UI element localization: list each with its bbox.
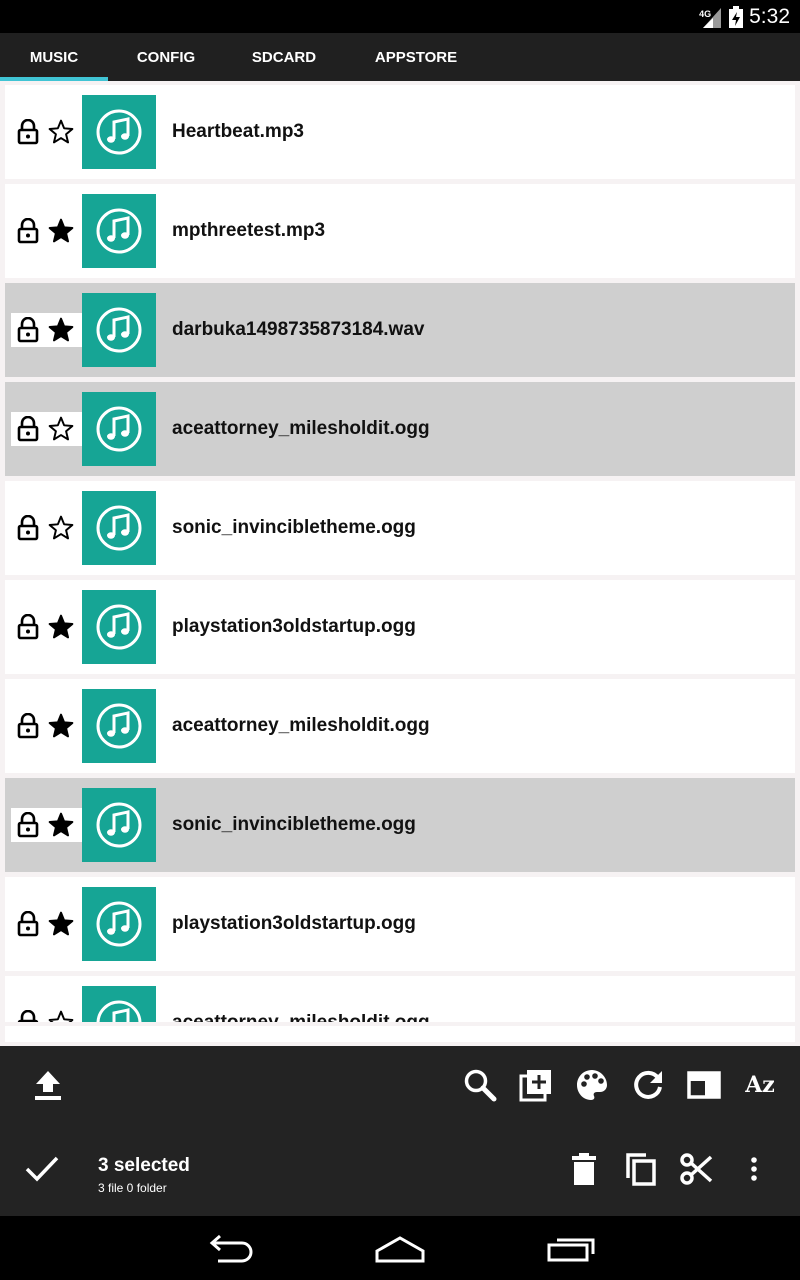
selection-bar: 3 selected 3 file 0 folder [0, 1122, 800, 1216]
music-file-icon [82, 887, 156, 961]
sort-az-icon[interactable]: Az [740, 1065, 780, 1105]
star-filled-icon[interactable] [44, 808, 77, 842]
row-actions [11, 115, 85, 149]
battery-icon [729, 5, 744, 28]
bottom-toolbar: Az [0, 1046, 800, 1122]
star-outline-icon[interactable] [44, 412, 77, 446]
file-name: aceattorney_milesholdit.ogg [172, 715, 430, 736]
file-list[interactable]: Heartbeat.mp3 mpthreetest.mp3 darbuka14987… [5, 85, 795, 1022]
tab-music[interactable]: MUSIC [0, 33, 108, 81]
sort-az-label: Az [745, 1072, 775, 1098]
star-outline-icon[interactable] [44, 115, 77, 149]
row-actions [11, 313, 85, 347]
music-file-icon [82, 194, 156, 268]
star-filled-icon[interactable] [44, 709, 77, 743]
row-actions [11, 412, 85, 446]
file-name: aceattorney_milesholdit.ogg [172, 976, 430, 1022]
lock-icon[interactable] [11, 511, 44, 545]
row-actions [11, 709, 85, 743]
selection-count: 3 selected [98, 1155, 190, 1176]
row-actions [11, 907, 85, 941]
file-name: sonic_invinciblethemе.ogg [172, 517, 416, 538]
palette-icon[interactable] [572, 1065, 612, 1105]
lock-icon[interactable] [11, 610, 44, 644]
music-file-icon [82, 392, 156, 466]
file-row[interactable]: sonic_invinciblethemе.ogg [5, 481, 795, 575]
status-bar: 4G 5:32 [0, 0, 800, 33]
tab-appstore[interactable]: APPSTORE [344, 33, 488, 81]
file-row[interactable]: darbuka1498735873184.wav [5, 283, 795, 377]
star-filled-icon[interactable] [44, 610, 77, 644]
star-outline-icon[interactable] [44, 511, 77, 545]
check-icon[interactable] [22, 1149, 62, 1189]
delete-icon[interactable] [564, 1149, 604, 1189]
lock-icon[interactable] [11, 313, 44, 347]
back-icon[interactable] [195, 1228, 265, 1268]
star-filled-icon[interactable] [44, 214, 77, 248]
search-icon[interactable] [460, 1065, 500, 1105]
music-file-icon [82, 590, 156, 664]
lock-icon[interactable] [11, 1006, 44, 1022]
music-file-icon [82, 689, 156, 763]
lock-icon[interactable] [11, 115, 44, 149]
file-row[interactable]: aceattorney_milesholdit.ogg [5, 382, 795, 476]
tab-config[interactable]: CONFIG [108, 33, 224, 81]
lock-icon[interactable] [11, 214, 44, 248]
file-name: mpthreetest.mp3 [172, 220, 326, 241]
upload-icon[interactable] [28, 1065, 68, 1105]
signal-icon: 4G [699, 6, 723, 28]
file-name: aceattorney_milesholdit.ogg [172, 418, 430, 439]
cut-icon[interactable] [676, 1149, 716, 1189]
selection-detail: 3 file 0 folder [98, 1181, 167, 1195]
row-actions [11, 511, 85, 545]
tab-bar: MUSIC CONFIG SDCARD APPSTORE [0, 33, 800, 81]
file-name: Heartbeat.mp3 [172, 121, 304, 142]
file-name: playstation3oldstartup.ogg [172, 616, 416, 637]
star-filled-icon[interactable] [44, 313, 77, 347]
row-actions [11, 214, 85, 248]
recents-icon[interactable] [536, 1228, 606, 1268]
music-file-icon [82, 95, 156, 169]
file-row[interactable]: Heartbeat.mp3 [5, 85, 795, 179]
row-actions [11, 1006, 85, 1022]
clock: 5:32 [749, 4, 790, 28]
file-row[interactable]: playstation3oldstartup.ogg [5, 580, 795, 674]
lock-icon[interactable] [11, 709, 44, 743]
home-icon[interactable] [365, 1228, 435, 1268]
file-row[interactable]: aceattorney_milesholdit.ogg [5, 679, 795, 773]
view-mode-icon[interactable] [684, 1065, 724, 1105]
add-library-icon[interactable] [516, 1065, 556, 1105]
star-filled-icon[interactable] [44, 907, 77, 941]
system-nav-bar [0, 1216, 800, 1280]
network-type-label: 4G [699, 8, 712, 19]
row-actions [11, 610, 85, 644]
file-name: sonic_invincibletheme.ogg [172, 814, 416, 835]
file-name: playstation3oldstartup.ogg [172, 913, 416, 934]
music-file-icon [82, 788, 156, 862]
file-row[interactable]: aceattorney_milesholdit.ogg [5, 976, 795, 1022]
more-icon[interactable] [734, 1149, 774, 1189]
lock-icon[interactable] [11, 412, 44, 446]
lock-icon[interactable] [11, 907, 44, 941]
star-outline-icon[interactable] [44, 1006, 77, 1022]
file-row[interactable]: playstation3oldstartup.ogg [5, 877, 795, 971]
row-actions [11, 808, 85, 842]
file-row[interactable]: sonic_invincibletheme.ogg [5, 778, 795, 872]
tab-sdcard[interactable]: SDCARD [224, 33, 344, 81]
file-row[interactable]: mpthreetest.mp3 [5, 184, 795, 278]
music-file-icon [82, 986, 156, 1022]
list-footer [0, 1022, 800, 1046]
music-file-icon [82, 491, 156, 565]
music-file-icon [82, 293, 156, 367]
copy-icon[interactable] [620, 1149, 660, 1189]
file-name: darbuka1498735873184.wav [172, 319, 425, 340]
refresh-icon[interactable] [628, 1065, 668, 1105]
lock-icon[interactable] [11, 808, 44, 842]
